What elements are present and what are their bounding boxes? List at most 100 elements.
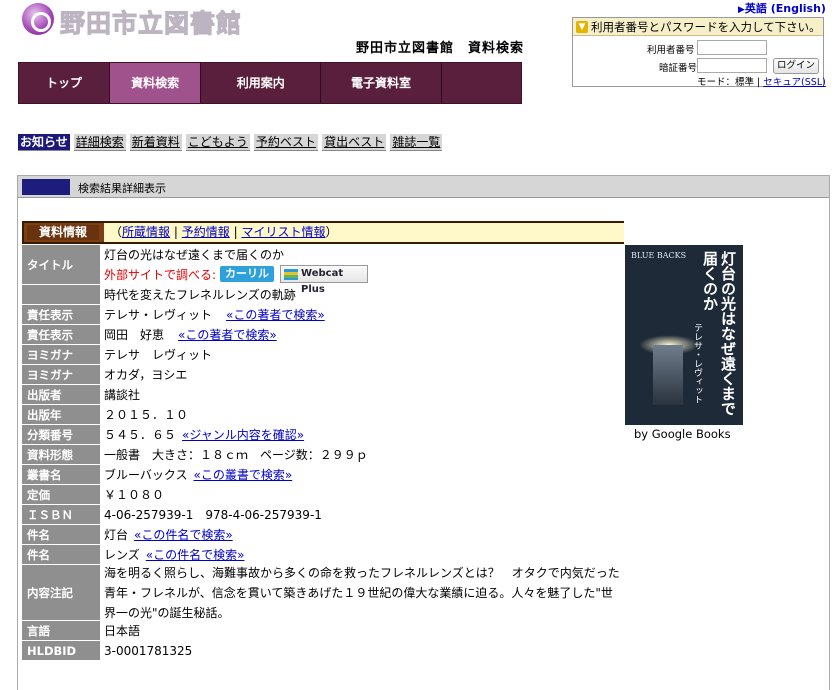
title-label: タイトル: [22, 245, 100, 284]
table-row: 資料形態 一般書 大きさ：１８ｃｍ ページ数：２９９ｐ: [22, 445, 624, 465]
calil-button[interactable]: カーリル: [220, 266, 275, 282]
subject-label: 件名: [22, 545, 100, 564]
form-label: 資料形態: [22, 445, 100, 464]
series-value: ブルーバックス: [104, 468, 188, 482]
subject-label: 件名: [22, 525, 100, 544]
table-row: 責任表示 テレサ・レヴィット «この著者で検索»: [22, 305, 624, 325]
tab-advanced-search[interactable]: 詳細検索: [73, 134, 126, 151]
subject-value: レンズ: [104, 548, 140, 562]
table-row: 出版者 講談社: [22, 385, 624, 405]
author-value: テレサ・レヴィット: [104, 308, 213, 322]
tab-magazines[interactable]: 雑誌一覧: [390, 134, 443, 151]
tab-loan-best[interactable]: 貸出ベスト: [322, 134, 387, 151]
user-id-input[interactable]: [697, 40, 767, 55]
class-label: 分類番号: [22, 425, 100, 444]
price-value: ￥１０８０: [100, 485, 624, 504]
lighthouse-icon: [653, 345, 683, 405]
holdings-link[interactable]: 所蔵情報: [122, 225, 170, 239]
external-label: 外部サイトで調べる:: [104, 267, 217, 282]
genre-link[interactable]: «ジャンル内容を確認»: [182, 426, 304, 443]
login-button[interactable]: ログイン: [773, 58, 819, 74]
table-row: ヨミガナ オカダ，ヨシエ: [22, 365, 624, 385]
info-header: 資料情報 （所蔵情報 | 予約情報 | マイリスト情報）: [22, 221, 624, 244]
tab-reserve-best[interactable]: 予約ベスト: [253, 134, 319, 151]
table-row: 言語 日本語: [22, 621, 624, 641]
table-row: HLDBID 3-0001781325: [22, 641, 624, 661]
kana-value: テレサ レヴィット: [100, 345, 624, 364]
subject-search-link[interactable]: «この件名で検索»: [134, 526, 233, 543]
language-value: 日本語: [100, 621, 624, 640]
publisher-label: 出版者: [22, 385, 100, 404]
cover-title: 灯台の光はなぜ遠くまで届くのか: [701, 251, 737, 416]
arrow-right-icon: ▶: [738, 5, 745, 15]
year-value: ２０１５．１０: [100, 405, 624, 424]
cover-series: BLUE BACKS: [631, 251, 687, 260]
blank-label: [22, 285, 100, 304]
site-title: 野田市立図書館 資料検索: [356, 41, 525, 56]
password-input[interactable]: [697, 58, 767, 73]
nav-digital[interactable]: 電子資料室: [321, 63, 442, 103]
series-search-link[interactable]: «この叢書で検索»: [194, 466, 293, 483]
table-row: 分類番号 ５４５．６５ «ジャンル内容を確認»: [22, 425, 624, 445]
kana-value: オカダ，ヨシエ: [100, 365, 624, 384]
subject-search-link[interactable]: «この件名で検索»: [146, 546, 245, 563]
tab-new-arrivals[interactable]: 新着資料: [129, 134, 182, 151]
book-cover-image[interactable]: BLUE BACKS 灯台の光はなぜ遠くまで届くのか テレサ・レヴィット: [625, 245, 743, 425]
secure-ssl-link[interactable]: セキュア(SSL): [763, 77, 826, 88]
library-logo[interactable]: 野田市立図書館: [20, 2, 288, 39]
author-search-link[interactable]: «この著者で検索»: [226, 306, 325, 323]
tab-kids[interactable]: こどもよう: [185, 134, 250, 151]
year-label: 出版年: [22, 405, 100, 424]
table-row: 叢書名 ブルーバックス «この叢書で検索»: [22, 465, 624, 485]
translator-search-link[interactable]: «この著者で検索»: [178, 326, 277, 343]
author-label: 責任表示: [22, 325, 100, 344]
sub-tabs: お知らせ 詳細検索 新着資料 こどもよう 予約ベスト 貸出ベスト 雑誌一覧: [18, 134, 443, 151]
english-link[interactable]: ▶英語 (English): [738, 0, 826, 16]
hldbid-label: HLDBID: [22, 641, 100, 660]
nav-search[interactable]: 資料検索: [110, 63, 202, 103]
result-panel-title: 検索結果詳細表示: [78, 182, 166, 195]
form-value: 一般書 大きさ：１８ｃｍ ページ数：２９９ｐ: [100, 445, 624, 464]
language-label: 言語: [22, 621, 100, 640]
subject-value: 灯台: [104, 528, 129, 542]
kana-label: ヨミガナ: [22, 365, 100, 384]
hldbid-value: 3-0001781325: [100, 641, 624, 660]
series-label: 叢書名: [22, 465, 100, 484]
mylist-link[interactable]: マイリスト情報: [241, 225, 325, 239]
table-row: タイトル 灯台の光はなぜ遠くまで届くのか 外部サイトで調べる: カーリル Web…: [22, 245, 624, 295]
webcat-button[interactable]: Webcat Plus: [280, 265, 369, 295]
login-prompt: ▼ 利用者番号とパスワードを入力して下さい。: [573, 18, 823, 36]
subtitle-value: 時代を変えたフレネルレンズの軌跡: [100, 285, 624, 304]
result-panel-header: 検索結果詳細表示: [18, 176, 829, 198]
table-row: 件名 灯台 «この件名で検索»: [22, 525, 624, 545]
tab-news[interactable]: お知らせ: [18, 134, 70, 151]
price-label: 定価: [22, 485, 100, 504]
isbn-label: ＩＳＢＮ: [22, 505, 100, 524]
library-logo-icon: [22, 3, 54, 35]
table-row: 責任表示 岡田 好恵 «この著者で検索»: [22, 325, 624, 345]
nav-guide[interactable]: 利用案内: [201, 63, 322, 103]
nav-top[interactable]: トップ: [19, 63, 111, 103]
login-mode: モード：標準 | セキュア(SSL): [697, 77, 826, 88]
login-box: ▼ 利用者番号とパスワードを入力して下さい。 利用者番号 暗証番号 ログイン モ…: [572, 17, 826, 88]
translator-value: 岡田 好恵: [104, 328, 165, 342]
password-label: 暗証番号: [659, 63, 698, 74]
info-header-title: 資料情報: [27, 225, 99, 240]
table-row: 定価 ￥１０８０: [22, 485, 624, 505]
table-row: ＩＳＢＮ 4-06-257939-1 978-4-06-257939-1: [22, 505, 624, 525]
isbn-value: 4-06-257939-1 978-4-06-257939-1: [100, 505, 624, 524]
detail-table: タイトル 灯台の光はなぜ遠くまで届くのか 外部サイトで調べる: カーリル Web…: [22, 245, 624, 661]
user-id-label: 利用者番号: [647, 45, 695, 56]
table-row: 出版年 ２０１５．１０: [22, 405, 624, 425]
header-marker: [22, 179, 70, 195]
reservation-link[interactable]: 予約情報: [182, 225, 230, 239]
main-nav: トップ 資料検索 利用案内 電子資料室: [18, 62, 522, 104]
google-books-caption: by Google Books: [634, 427, 731, 441]
arrow-down-icon: ▼: [576, 21, 588, 33]
notes-label: 内容注記: [22, 565, 100, 620]
logo-text: 野田市立図書館: [59, 9, 243, 39]
table-row: ヨミガナ テレサ レヴィット: [22, 345, 624, 365]
notes-value: 海を明るく照らし、海難事故から多くの命を救ったフレネルレンズとは？ オタクで内気…: [100, 565, 624, 620]
class-value: ５４５．６５: [104, 428, 177, 442]
